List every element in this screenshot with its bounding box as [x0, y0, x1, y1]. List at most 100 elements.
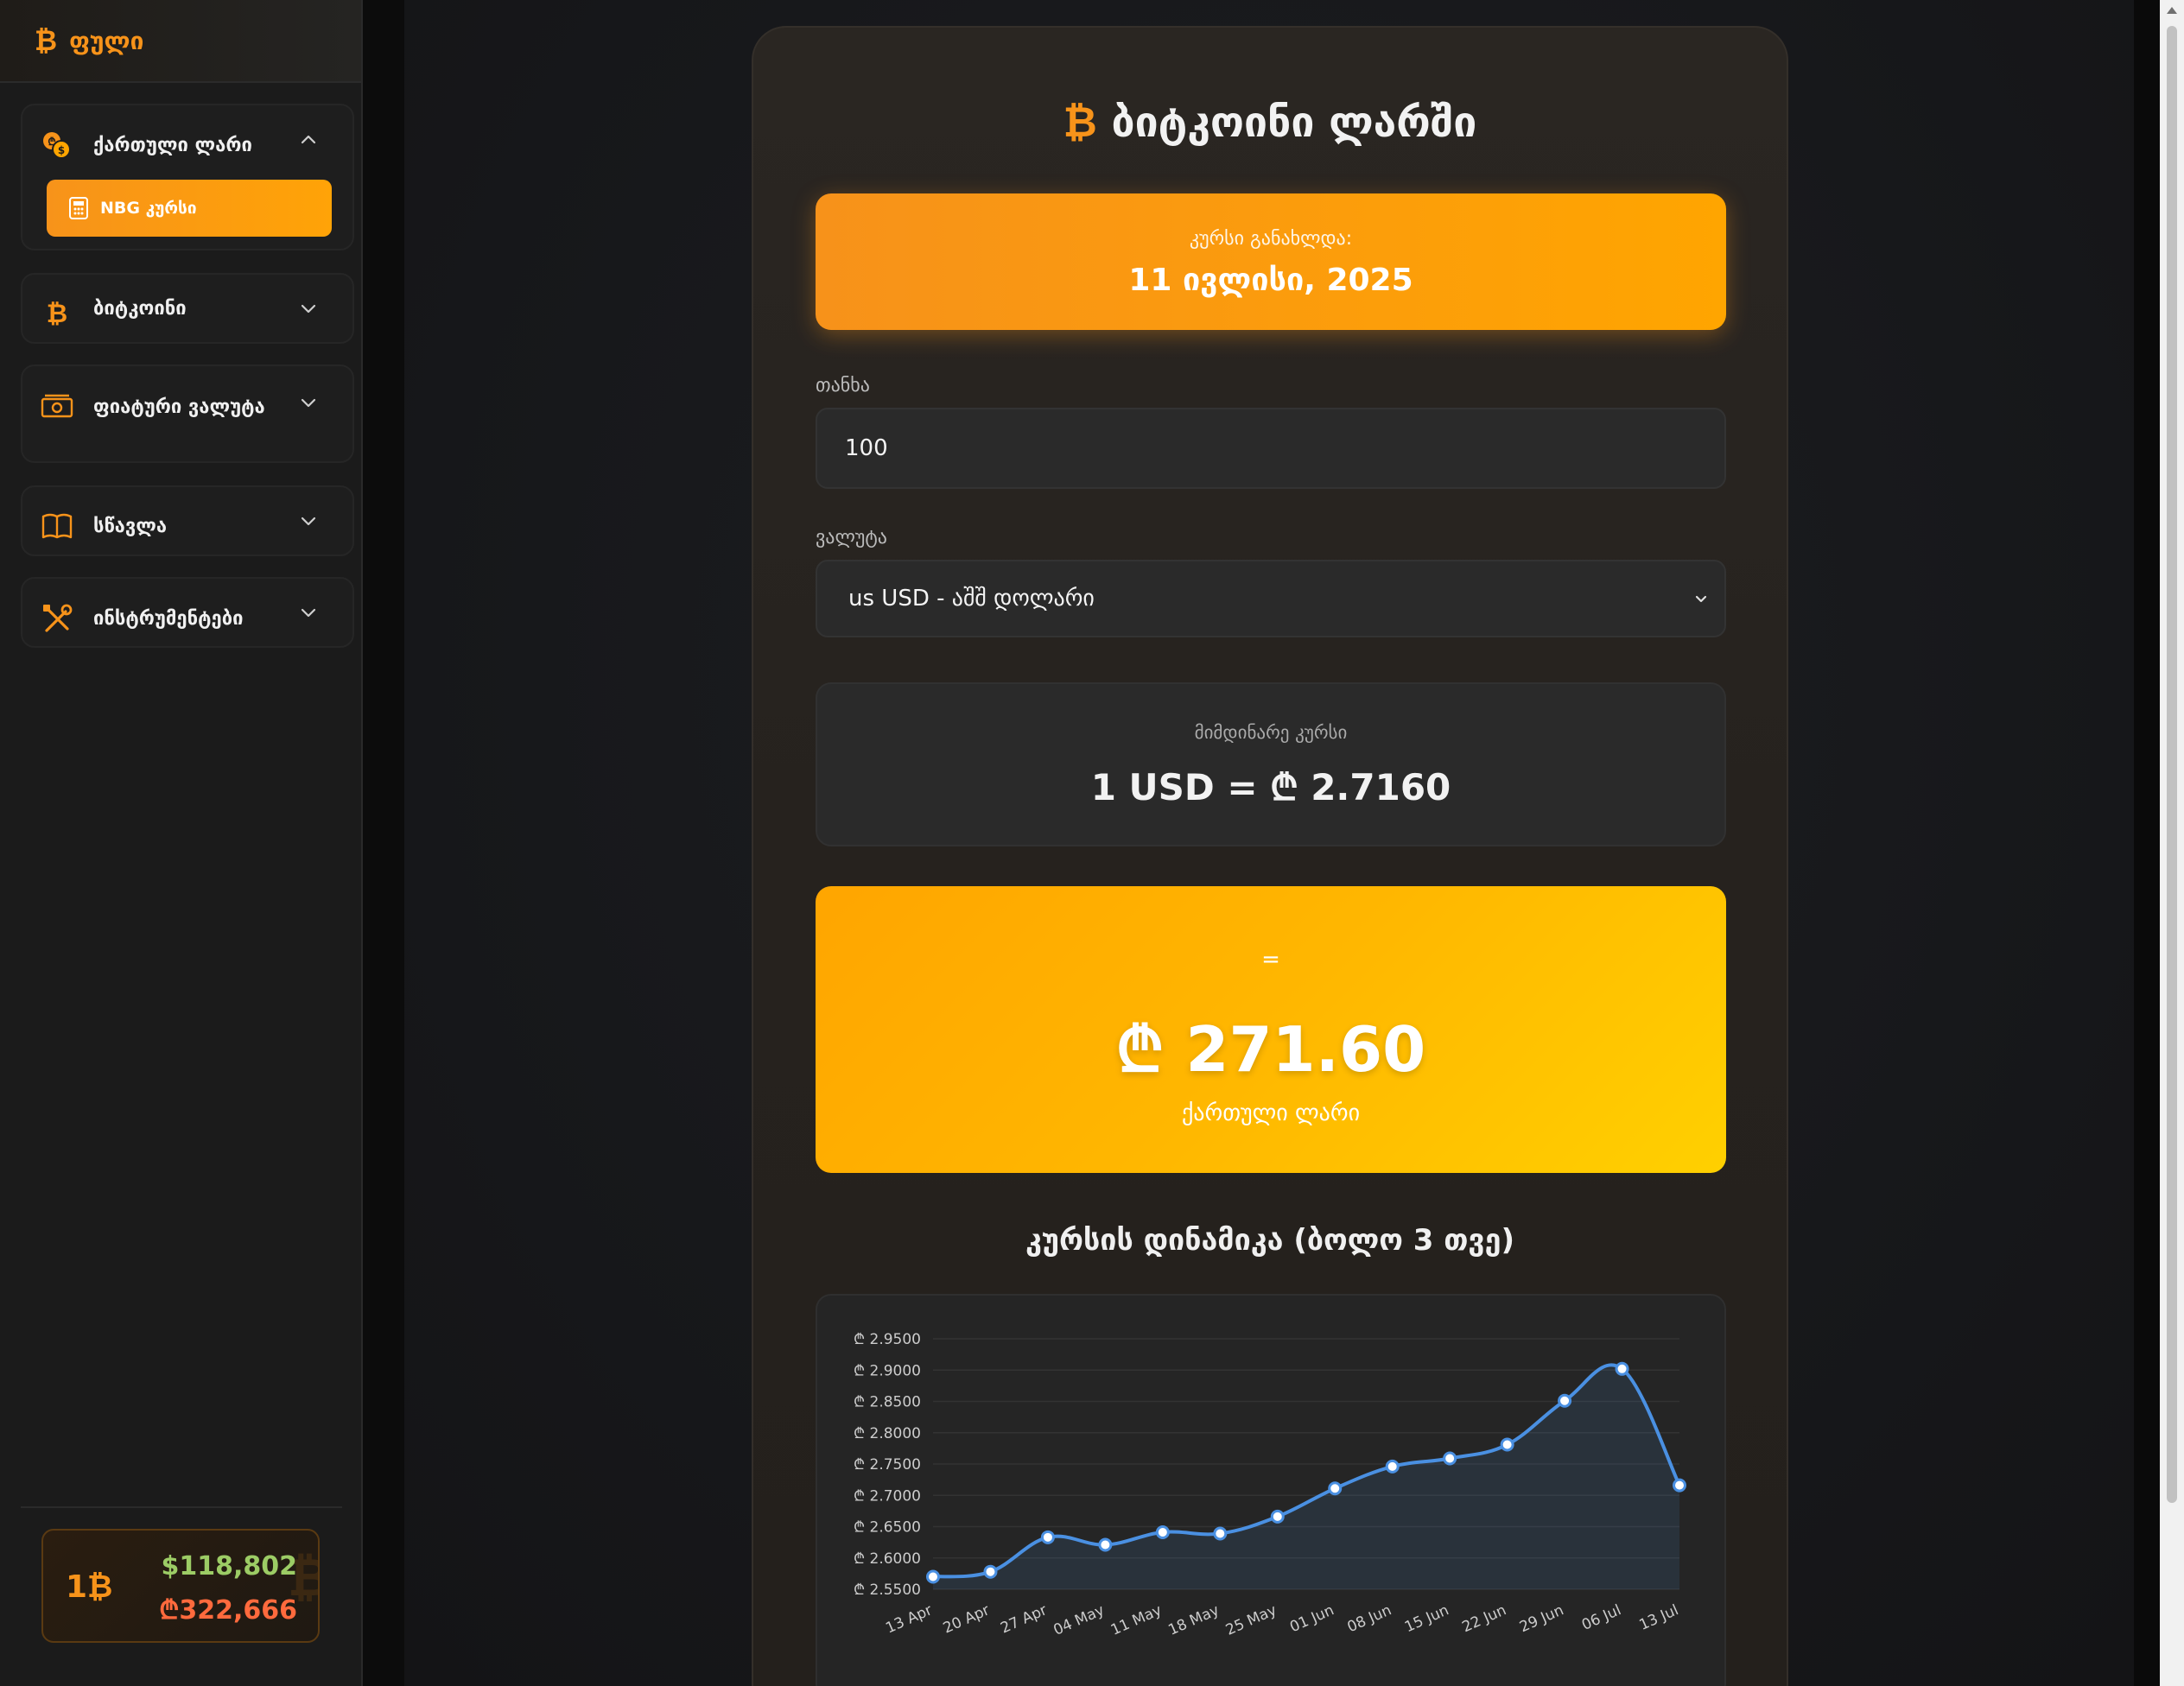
current-rate-value: 1 USD = ₾ 2.7160	[1090, 766, 1451, 808]
page-title: ₿ ბიტკოინი ლარში	[753, 98, 1787, 147]
chart-title: კურსის დინამიკა (ბოლო 3 თვე)	[1025, 1223, 1514, 1258]
scroll-up-arrow-icon[interactable]	[2167, 7, 2177, 14]
chevron-down-icon	[301, 517, 316, 526]
current-rate-label: მიმდინარე კურსი	[1194, 722, 1348, 743]
nav-toggle-fiat-currency[interactable]: ფიატური ვალუტა	[22, 366, 352, 439]
nav-toggle-georgian-lari[interactable]: ₾ $ ქართული ლარი	[22, 105, 352, 174]
y-tick-label: ₾ 2.6500	[854, 1519, 921, 1537]
data-point	[1558, 1393, 1572, 1408]
y-tick-label: ₾ 2.7500	[854, 1456, 921, 1474]
nav-toggle-learning[interactable]: სწავლა	[22, 487, 352, 555]
x-tick-label: 27 Apr	[998, 1601, 1050, 1637]
currency-label: ვალუტა	[816, 527, 887, 548]
converter-card: ₿ ბიტკოინი ლარში კურსი განახლდა: 11 ივლი…	[752, 26, 1788, 1686]
y-tick-label: ₾ 2.9000	[854, 1362, 921, 1379]
ticker-unit: 1₿	[66, 1569, 113, 1605]
data-point	[983, 1564, 998, 1579]
current-rate-box: მიმდინარე კურსი 1 USD = ₾ 2.7160	[816, 682, 1726, 846]
nav-group-georgian-lari: ₾ $ ქართული ლარი NBG კურსი	[21, 104, 354, 250]
data-point	[1328, 1481, 1343, 1496]
amount-label: თანხა	[816, 375, 870, 396]
bitcoin-icon: ₿	[46, 298, 68, 329]
x-tick-label: 06 Jul	[1579, 1601, 1624, 1634]
rate-updated-date: 11 ივლისი, 2025	[1128, 263, 1413, 298]
sidebar: ₿ ფული ₾ $ ქართული ლარი NBG კურსი ₿ ბიტკ…	[0, 0, 363, 1686]
data-point	[1673, 1478, 1686, 1493]
y-tick-label: ₾ 2.7000	[854, 1487, 921, 1505]
equals-sign: =	[1261, 947, 1280, 973]
nav-toggle-bitcoin[interactable]: ₿ ბიტკოინი	[22, 275, 352, 342]
sidebar-item-label: NBG კურსი	[100, 199, 197, 218]
data-point	[1500, 1437, 1514, 1452]
ticker-price-gel: ₾322,666	[159, 1595, 297, 1626]
x-tick-label: 13 Apr	[883, 1601, 935, 1637]
rate-chart[interactable]: ₾ 2.9500 ₾ 2.9000 ₾ 2.8500 ₾ 2.8000 ₾ 2.7500…	[816, 1294, 1726, 1686]
y-tick-label: ₾ 2.6000	[854, 1550, 921, 1568]
x-tick-label: 01 Jun	[1287, 1601, 1336, 1636]
page-scrollbar[interactable]	[2160, 0, 2184, 1686]
nav-group-tools: ინსტრუმენტები	[21, 577, 354, 648]
brand-name: ფული	[69, 26, 144, 55]
result-amount: ₾ 271.60	[1115, 1013, 1426, 1086]
data-point	[1098, 1537, 1113, 1552]
nav-group-bitcoin: ₿ ბიტკოინი	[21, 273, 354, 344]
y-tick-label: ₾ 2.8000	[854, 1425, 921, 1442]
nav-toggle-tools[interactable]: ინსტრუმენტები	[22, 579, 352, 646]
x-tick-label: 15 Jun	[1402, 1601, 1451, 1636]
chevron-down-icon	[301, 304, 316, 314]
nav-label: სწავლა	[93, 515, 168, 537]
data-point	[1213, 1526, 1228, 1541]
y-tick-label: ₾ 2.5500	[854, 1581, 921, 1599]
x-tick-label: 25 May	[1223, 1601, 1279, 1639]
rate-updated-label: კურსი განახლდა:	[1189, 228, 1353, 250]
data-point	[1385, 1459, 1400, 1474]
x-tick-label: 11 May	[1108, 1601, 1165, 1639]
data-point	[926, 1569, 940, 1584]
coins-icon: ₾ $	[40, 128, 74, 162]
book-icon	[40, 509, 74, 543]
amount-input[interactable]	[816, 408, 1726, 489]
x-tick-label: 29 Jun	[1517, 1601, 1566, 1636]
chevron-down-icon	[1695, 595, 1707, 603]
y-tick-label: ₾ 2.9500	[854, 1331, 921, 1348]
nav-label: ფიატური ვალუტა	[93, 396, 265, 418]
nav-group-fiat-currency: ფიატური ვალუტა	[21, 364, 354, 463]
svg-text:$: $	[58, 144, 65, 156]
x-tick-label: 08 Jun	[1345, 1601, 1394, 1636]
brand-logo[interactable]: ₿ ფული	[0, 0, 361, 83]
rate-updated-banner: კურსი განახლდა: 11 ივლისი, 2025	[816, 193, 1726, 330]
rate-chart-svg[interactable]: ₾ 2.9500 ₾ 2.9000 ₾ 2.8500 ₾ 2.8000 ₾ 2.7500…	[817, 1296, 1728, 1686]
sidebar-divider	[21, 1506, 342, 1508]
x-tick-label: 13 Jul	[1636, 1601, 1681, 1634]
nav-label: ქართული ლარი	[93, 134, 252, 156]
calculator-icon	[69, 197, 88, 219]
x-tick-label: 18 May	[1165, 1601, 1222, 1639]
sidebar-item-nbg-rate[interactable]: NBG კურსი	[47, 180, 332, 237]
y-tick-label: ₾ 2.8500	[854, 1394, 921, 1411]
page-title-text: ბიტკოინი ლარში	[1111, 98, 1477, 147]
chevron-down-icon	[301, 608, 316, 618]
nav-label: ბიტკოინი	[93, 297, 187, 320]
data-point	[1270, 1509, 1285, 1524]
currency-select[interactable]: us USD - აშშ დოლარი	[816, 560, 1726, 637]
data-point	[1040, 1530, 1055, 1544]
tools-icon	[40, 601, 74, 636]
currency-selected-value: us USD - აშშ დოლარი	[848, 586, 1095, 612]
nav-label: ინსტრუმენტები	[93, 607, 244, 630]
btc-price-ticker[interactable]: ₿ 1₿ $118,802 ₾322,666	[41, 1529, 320, 1643]
data-point	[1443, 1451, 1457, 1466]
bitcoin-icon: ₿	[35, 24, 58, 57]
x-tick-label: 22 Jun	[1460, 1601, 1509, 1636]
conversion-result: = ₾ 271.60 ქართული ლარი	[816, 886, 1726, 1173]
ticker-price-usd: $118,802	[161, 1551, 297, 1581]
layout-edge	[2134, 0, 2160, 1686]
layout-gutter	[363, 0, 404, 1686]
nav-group-learning: სწავლა	[21, 485, 354, 556]
bitcoin-icon: ₿	[1063, 98, 1097, 147]
chevron-up-icon	[301, 135, 316, 144]
data-point	[1155, 1525, 1170, 1540]
data-point	[1615, 1361, 1629, 1376]
result-currency: ქართული ლარი	[1181, 1100, 1361, 1126]
scrollbar-thumb[interactable]	[2167, 26, 2177, 1503]
x-tick-label: 04 May	[1051, 1601, 1107, 1639]
